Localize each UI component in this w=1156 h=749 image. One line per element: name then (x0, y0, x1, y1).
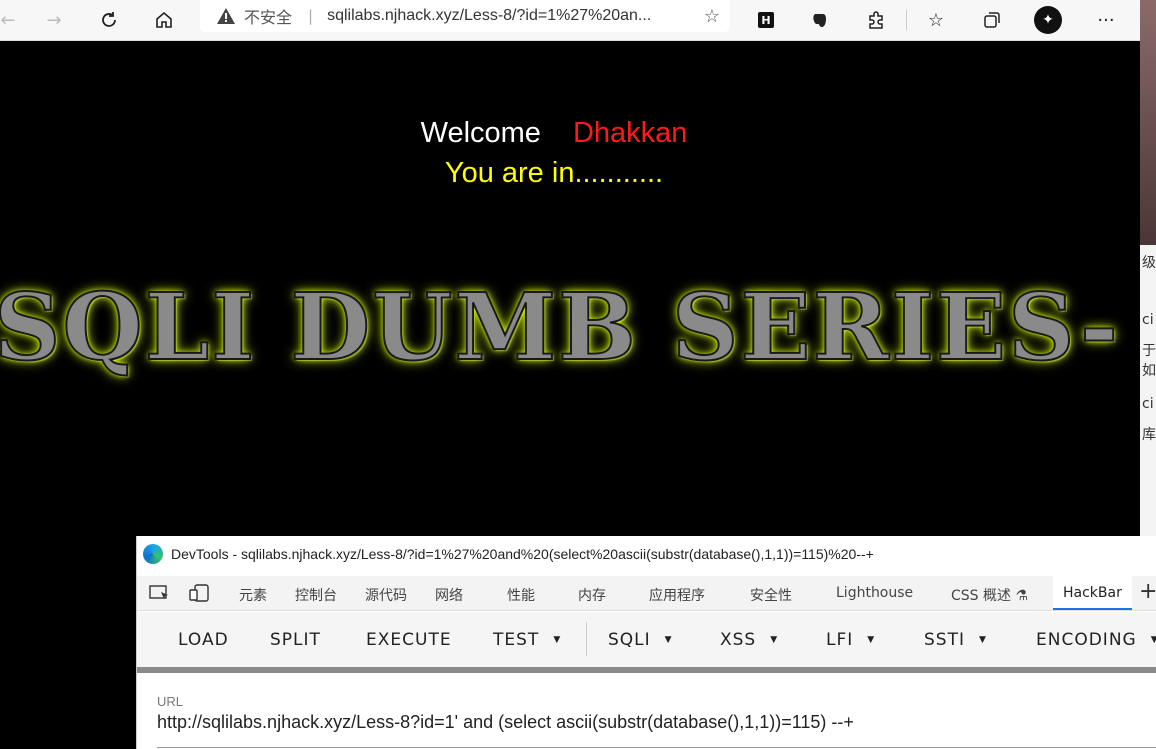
forward-icon[interactable]: → (40, 6, 68, 34)
hackbar-toolbar: LOAD SPLIT EXECUTE TEST ▼ SQLI ▼ XSS ▼ LFI ▼… (137, 612, 1156, 673)
background-image (1140, 0, 1156, 245)
devtools-tabbar: 元素 控制台 源代码 网络 性能 内存 应用程序 安全性 Lighthouse … (137, 576, 1156, 611)
test-label: TEST (493, 630, 540, 650)
insecure-label: 不安全 (244, 8, 293, 27)
lfi-dropdown[interactable]: LFI ▼ (826, 630, 875, 650)
chevron-down-icon: ▼ (1150, 635, 1156, 645)
tab-console[interactable]: 控制台 (295, 585, 337, 605)
device-toolbar-icon[interactable] (189, 584, 211, 602)
address-bar[interactable]: 不安全 | sqlilabs.njhack.xyz/Less-8/?id=1%2… (200, 0, 730, 32)
address-separator: | (308, 7, 314, 25)
split-button[interactable]: SPLIT (270, 630, 321, 650)
chevron-down-icon: ▼ (770, 635, 779, 645)
favorites-icon[interactable]: ☆ (922, 6, 950, 34)
xss-label: XSS (720, 630, 757, 650)
evernote-icon[interactable] (806, 6, 834, 34)
collections-icon[interactable] (978, 6, 1006, 34)
tab-css-overview[interactable]: CSS 概述 ⚗ (951, 585, 1028, 605)
inspect-element-icon[interactable] (149, 584, 171, 602)
strip-text-3: 于如 (1142, 343, 1156, 379)
devtools-titlebar: DevTools - sqlilabs.njhack.xyz/Less-8/?i… (137, 536, 1156, 572)
test-dropdown[interactable]: TEST ▼ (493, 630, 561, 650)
ssti-dropdown[interactable]: SSTI ▼ (924, 630, 987, 650)
lfi-label: LFI (826, 630, 854, 650)
tab-network[interactable]: 网络 (435, 585, 463, 605)
welcome-text: Welcome (420, 117, 541, 149)
devtools-title: DevTools - sqlilabs.njhack.xyz/Less-8/?i… (171, 546, 874, 562)
welcome-line: Welcome Dhakkan (0, 117, 1108, 150)
encoding-label: ENCODING (1036, 630, 1137, 650)
user-name: Dhakkan (572, 117, 688, 149)
hackbar-extension-icon[interactable]: H (752, 6, 780, 34)
sqli-label: SQLI (608, 630, 651, 650)
tab-memory[interactable]: 内存 (578, 585, 606, 605)
tab-css-overview-label: CSS 概述 (951, 588, 1011, 604)
chevron-down-icon: ▼ (867, 635, 876, 645)
url-field-label: URL (157, 694, 184, 709)
chevron-down-icon: ▼ (553, 635, 562, 645)
strip-text-4: ci (1142, 396, 1154, 412)
browser-toolbar: ← → 不安全 | sqlilabs.njhack.xyz/Less-8/?id… (0, 0, 1140, 41)
chevron-down-icon: ▼ (978, 635, 987, 645)
tab-application[interactable]: 应用程序 (649, 585, 705, 605)
warning-icon (217, 8, 235, 24)
strip-text-5: 库 (1142, 427, 1156, 443)
sqli-dropdown[interactable]: SQLI ▼ (608, 630, 673, 650)
home-icon[interactable] (150, 6, 178, 34)
more-tabs-plus-icon[interactable]: + (1139, 579, 1156, 604)
extensions-icon[interactable] (862, 6, 890, 34)
devtools-window: DevTools - sqlilabs.njhack.xyz/Less-8/?i… (136, 536, 1156, 749)
encoding-dropdown[interactable]: ENCODING ▼ (1036, 630, 1156, 650)
back-icon[interactable]: ← (0, 6, 22, 34)
profile-avatar[interactable]: ✦ (1034, 6, 1062, 34)
add-favorite-icon[interactable]: ☆ (704, 6, 720, 27)
ssti-label: SSTI (924, 630, 965, 650)
xss-dropdown[interactable]: XSS ▼ (720, 630, 778, 650)
chevron-down-icon: ▼ (664, 635, 673, 645)
hackbar-divider (586, 622, 587, 656)
url-input[interactable]: http://sqlilabs.njhack.xyz/Less-8?id=1' … (157, 712, 854, 733)
execute-button[interactable]: EXECUTE (366, 630, 452, 650)
tab-performance[interactable]: 性能 (507, 585, 535, 605)
tab-sources[interactable]: 源代码 (365, 585, 407, 605)
series-banner: SQLI DUMB SERIES- (0, 272, 1121, 382)
tab-lighthouse[interactable]: Lighthouse (836, 585, 913, 601)
tab-security[interactable]: 安全性 (750, 585, 792, 605)
experiment-flask-icon: ⚗ (1015, 588, 1029, 604)
strip-text-2: ci (1142, 312, 1154, 328)
edge-logo-icon (143, 544, 163, 564)
load-button[interactable]: LOAD (178, 630, 229, 650)
login-status: You are in........... (444, 157, 664, 189)
more-menu-icon[interactable]: ··· (1092, 6, 1120, 34)
refresh-icon[interactable] (95, 6, 123, 34)
strip-text-1: 级 (1142, 255, 1156, 271)
toolbar-divider (906, 10, 907, 30)
tab-elements[interactable]: 元素 (239, 585, 267, 605)
url-input-underline (157, 747, 1156, 748)
address-url[interactable]: sqlilabs.njhack.xyz/Less-8/?id=1%27%20an… (327, 7, 651, 25)
tab-hackbar[interactable]: HackBar (1053, 576, 1132, 610)
